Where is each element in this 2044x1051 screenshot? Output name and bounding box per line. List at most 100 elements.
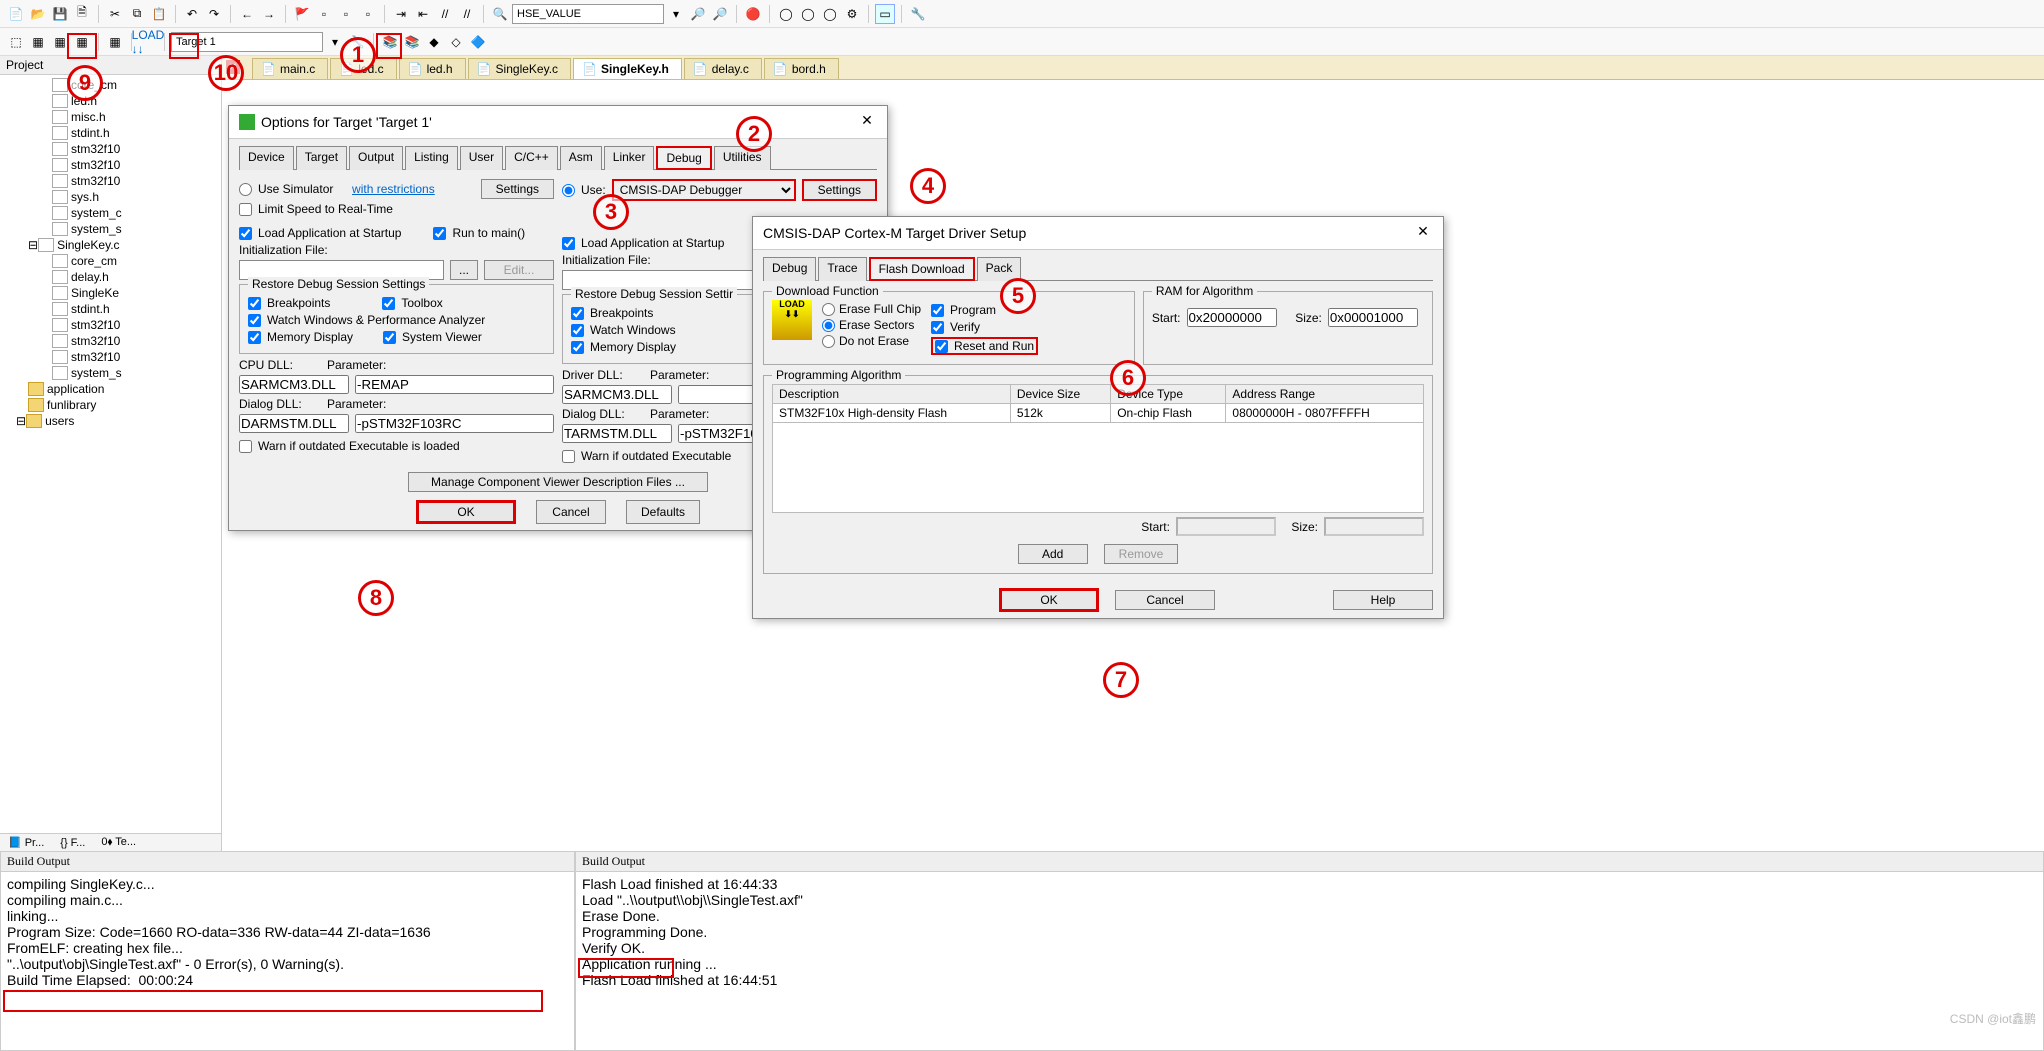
back-icon[interactable]: ← [237,4,257,24]
bm-prev-icon[interactable]: ▫ [314,4,334,24]
translate-icon[interactable]: ⬚ [6,32,26,52]
options-icon[interactable]: 🔧 [347,32,367,52]
tab-debug[interactable]: Debug [656,146,711,170]
tree-file[interactable]: system_s [4,221,221,237]
file-tab[interactable]: 📄SingleKey.h [573,58,682,79]
settings-button-right[interactable]: Settings [802,179,877,201]
verify-check[interactable] [931,321,944,334]
insert2-icon[interactable]: ◯ [798,4,818,24]
outdent-icon[interactable]: ⇤ [413,4,433,24]
tree-file[interactable]: stm32f10 [4,349,221,365]
tree-group[interactable]: ⊟ SingleKey.c [4,237,221,253]
cpu-dll-input[interactable] [239,375,349,394]
tab-asm[interactable]: Asm [560,146,602,170]
tab-user[interactable]: User [460,146,503,170]
panel-tab-project[interactable]: 📘 Pr... [0,834,52,851]
tab-cpp[interactable]: C/C++ [505,146,558,170]
ram-start-input[interactable] [1187,308,1277,327]
build-text-right[interactable]: Flash Load finished at 16:44:33 Load "..… [576,872,2043,992]
close-icon[interactable]: ✕ [1413,223,1433,243]
tab-target[interactable]: Target [296,146,347,170]
undo-icon[interactable]: ↶ [182,4,202,24]
pack2-icon[interactable]: ◇ [446,32,466,52]
rte-icon[interactable]: 🔷 [468,32,488,52]
panel-tab-functions[interactable]: {} F... [52,834,93,851]
browse-button[interactable]: ... [450,260,478,280]
debug-icon[interactable]: 🔴 [743,4,763,24]
drv-cancel-button[interactable]: Cancel [1115,590,1215,610]
comment-icon[interactable]: // [435,4,455,24]
algorithm-table[interactable]: DescriptionDevice SizeDevice TypeAddress… [772,384,1424,513]
use-simulator-radio[interactable] [239,183,252,196]
erase-full-radio[interactable] [822,303,835,316]
tree-file[interactable]: stm32f10 [4,141,221,157]
find-infiles-icon[interactable]: 🔎 [688,4,708,24]
toolbox-check[interactable] [382,297,395,310]
file-tab[interactable]: 📄bord.h [764,58,839,79]
indent-icon[interactable]: ⇥ [391,4,411,24]
defaults-button[interactable]: Defaults [626,500,700,524]
save-all-icon[interactable]: 🗎 [72,4,92,24]
tools-icon[interactable]: 🔧 [908,4,928,24]
save-icon[interactable]: 💾 [50,4,70,24]
restrictions-link[interactable]: with restrictions [352,182,435,196]
tree-file[interactable]: system_c [4,205,221,221]
file-tab[interactable]: 📄led.h [399,58,466,79]
load-app-left-check[interactable] [239,227,252,240]
tree-file[interactable]: system_s [4,365,221,381]
tab-linker[interactable]: Linker [604,146,655,170]
paste-icon[interactable]: 📋 [149,4,169,24]
tree-file[interactable]: misc.h [4,109,221,125]
tree-file[interactable]: led.h [4,93,221,109]
dlg-param-input[interactable] [355,414,554,433]
tree-folder[interactable]: funlibrary [4,397,221,413]
tree-folder[interactable]: ⊟ users [4,413,221,429]
warn-check-left[interactable] [239,440,252,453]
watch-perf-check[interactable] [248,314,261,327]
find-combo[interactable] [512,4,664,24]
file-tab[interactable]: 📄SingleKey.c [468,58,571,79]
cut-icon[interactable]: ✂ [105,4,125,24]
table-row[interactable]: STM32F10x High-density Flash512kOn-chip … [773,404,1424,423]
memdisp-check-r[interactable] [571,341,584,354]
file-tab[interactable]: 📄led.c [330,58,396,79]
tab-listing[interactable]: Listing [405,146,458,170]
find-go-icon[interactable]: ▾ [666,4,686,24]
file-tab[interactable]: 📄delay.c [684,58,762,79]
manage-component-button[interactable]: Manage Component Viewer Description File… [408,472,708,492]
new-icon[interactable]: 📄 [6,4,26,24]
target-dd-icon[interactable]: ▾ [325,32,345,52]
cancel-button[interactable]: Cancel [536,500,606,524]
build-text-left[interactable]: compiling SingleKey.c... compiling main.… [1,872,574,992]
rebuild-icon[interactable]: ▦ [50,32,70,52]
dlg-dll-input[interactable] [239,414,349,433]
pack-icon[interactable]: ◆ [424,32,444,52]
tree-file[interactable]: stm32f10 [4,333,221,349]
project-tree[interactable]: core_cm led.h misc.h stdint.h stm32f10 s… [0,75,221,833]
program-check[interactable] [931,304,944,317]
bookmark-icon[interactable]: 🚩 [292,4,312,24]
drv-tab-debug[interactable]: Debug [763,257,816,281]
sysview-check[interactable] [383,331,396,344]
tree-file[interactable]: stdint.h [4,301,221,317]
drv-help-button[interactable]: Help [1333,590,1433,610]
bm-clear-icon[interactable]: ▫ [358,4,378,24]
reset-run-check[interactable] [935,340,948,353]
download-icon[interactable]: LOAD↓↓ [138,32,158,52]
fwd-icon[interactable]: → [259,4,279,24]
no-erase-radio[interactable] [822,335,835,348]
warn-check-right[interactable] [562,450,575,463]
target-select[interactable] [171,32,323,52]
tab-output[interactable]: Output [349,146,403,170]
settings-button-left[interactable]: Settings [481,179,554,199]
drv-ok-button[interactable]: OK [999,588,1099,612]
tab-utilities[interactable]: Utilities [714,146,771,170]
bp-check[interactable] [248,297,261,310]
tree-file[interactable]: stdint.h [4,125,221,141]
close-icon[interactable]: ✕ [857,112,877,132]
insert-icon[interactable]: ◯ [776,4,796,24]
drv-tab-flash[interactable]: Flash Download [869,257,975,281]
cpu-param-input[interactable] [355,375,554,394]
uncomment-icon[interactable]: // [457,4,477,24]
tree-file[interactable]: stm32f10 [4,173,221,189]
